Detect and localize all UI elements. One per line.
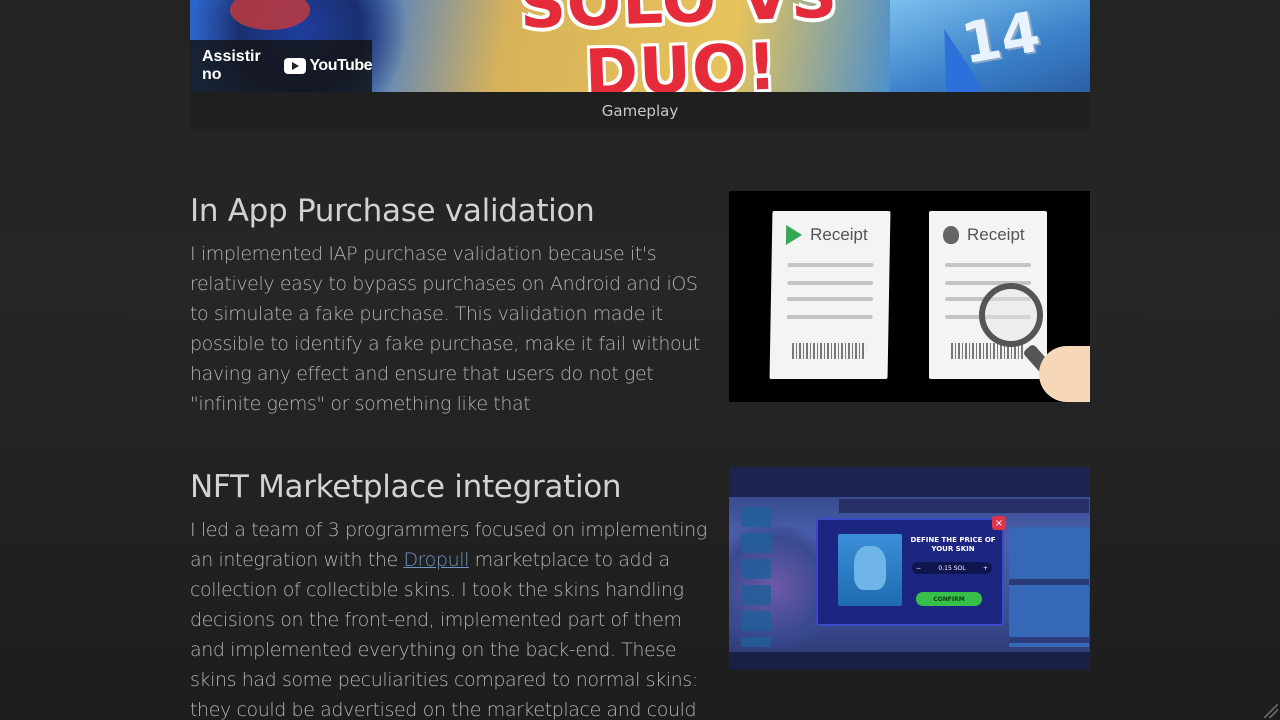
section-nft: NFT Marketplace integration I led a team… — [190, 469, 710, 720]
game-bottombar — [729, 652, 1090, 670]
section-body: I implemented IAP purchase validation be… — [190, 243, 700, 415]
body-text: marketplace to add a collection of colle… — [190, 549, 698, 720]
youtube-play-icon — [284, 58, 307, 74]
apple-icon — [943, 226, 959, 244]
barcode — [791, 343, 867, 359]
game-tabs — [839, 499, 1089, 513]
price-value: 0.15 SOL — [938, 564, 966, 572]
thumbnail-title: SOLO VS DUO! — [518, 0, 840, 92]
plus-icon: + — [982, 564, 988, 572]
section-heading: In App Purchase validation — [190, 193, 595, 229]
receipt-line — [786, 297, 873, 301]
receipt-google: Receipt — [769, 211, 891, 379]
minus-icon: − — [916, 564, 922, 572]
section-iap: In App Purchase validation I implemented… — [190, 193, 710, 419]
section-heading: NFT Marketplace integration — [190, 469, 622, 505]
section-body: I led a team of 3 programmers focused on… — [190, 515, 710, 720]
receipt-line — [787, 263, 874, 267]
modal-title: DEFINE THE PRICE OF YOUR SKIN — [910, 536, 996, 553]
game-topbar — [729, 467, 1090, 497]
skin-avatar — [838, 534, 902, 606]
magnifier-icon — [979, 283, 1043, 347]
confirm-button: CONFIRM — [916, 592, 982, 606]
thumbnail-number: 14 — [956, 0, 1045, 78]
resize-grip-icon[interactable] — [1264, 704, 1278, 718]
price-stepper: − 0.15 SOL + — [912, 562, 992, 574]
close-icon: × — [992, 516, 1006, 530]
video-embed[interactable]: SOLO VS DUO! 14 Assistir no YouTube — [190, 0, 1090, 92]
watch-on-label: Assistir no — [202, 48, 261, 83]
price-modal: × DEFINE THE PRICE OF YOUR SKIN − 0.15 S… — [816, 516, 1006, 626]
receipt-line — [945, 263, 1031, 267]
game-side-menu — [741, 507, 771, 647]
google-play-icon — [785, 225, 803, 245]
game-skin-cards — [1009, 527, 1089, 647]
receipt-line — [787, 281, 874, 285]
receipt-label: Receipt — [967, 225, 1025, 244]
youtube-logo: YouTube — [284, 57, 372, 75]
watch-on-youtube-button[interactable]: Assistir no YouTube — [190, 40, 372, 92]
dropull-link[interactable]: Dropull — [403, 549, 469, 571]
nft-screenshot: × DEFINE THE PRICE OF YOUR SKIN − 0.15 S… — [729, 467, 1090, 670]
video-caption: Gameplay — [190, 92, 1090, 129]
youtube-wordmark: YouTube — [309, 57, 372, 74]
receipt-label: Receipt — [809, 225, 868, 244]
receipts-illustration: Receipt Receipt — [729, 191, 1090, 402]
receipt-line — [786, 315, 873, 319]
hand-illustration — [1039, 346, 1090, 402]
